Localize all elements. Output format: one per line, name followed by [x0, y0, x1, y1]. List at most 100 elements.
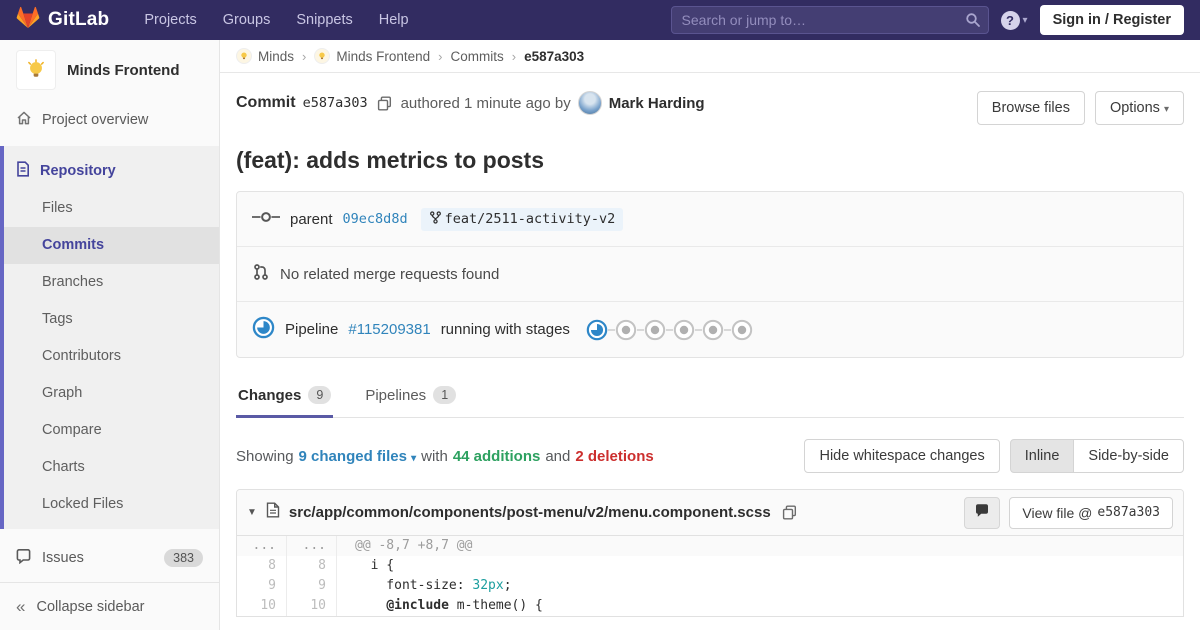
top-navbar: GitLab ProjectsGroupsSnippetsHelp ? ▾ Si…	[0, 0, 1200, 40]
breadcrumb-avatar-icon	[236, 48, 252, 64]
author-avatar[interactable]	[577, 91, 602, 115]
changed-files-dropdown[interactable]: 9 changed files ▾	[299, 448, 417, 465]
nav-link-projects[interactable]: Projects	[131, 12, 209, 28]
authored-text: authored 1 minute ago by	[400, 94, 571, 112]
sidebar-item-locked-files[interactable]: Locked Files	[4, 486, 219, 523]
pipeline-stage-created-icon[interactable]	[644, 319, 666, 341]
new-line-number[interactable]: 8	[287, 556, 337, 576]
sidebar-item-charts[interactable]: Charts	[4, 449, 219, 486]
main-content: Minds › Minds Frontend › Commits › e587a303 Co…	[220, 40, 1200, 617]
old-line-number[interactable]: 10	[237, 596, 287, 616]
search-icon[interactable]	[965, 12, 981, 33]
diff-line-row: 99 font-size: 32px;	[237, 576, 1183, 596]
merge-request-row: No related merge requests found	[237, 247, 1183, 302]
code-content: i {	[355, 558, 395, 573]
collapse-sidebar-button[interactable]: « Collapse sidebar	[0, 582, 219, 630]
sidebar-item-repository[interactable]: Repository	[4, 152, 219, 190]
pipeline-stage-created-icon[interactable]	[615, 319, 637, 341]
tab-count-badge: 1	[433, 386, 457, 404]
stage-connector	[607, 328, 615, 331]
options-dropdown-button[interactable]: Options ▾	[1094, 91, 1184, 125]
breadcrumb: Minds › Minds Frontend › Commits › e587a303	[220, 40, 1200, 73]
inline-view-button[interactable]: Inline	[1009, 439, 1075, 473]
file-path[interactable]: src/app/common/components/post-menu/v2/m…	[289, 504, 771, 521]
breadcrumb-label: Minds	[258, 48, 295, 64]
pipeline-stage-created-icon[interactable]	[673, 319, 695, 341]
code-content: @include m-theme() {	[386, 598, 543, 613]
copy-sha-button[interactable]	[375, 94, 394, 113]
search-box	[670, 6, 989, 34]
pipeline-stage-running-icon[interactable]	[586, 319, 608, 341]
sidebar-item-commits[interactable]: Commits	[4, 227, 219, 264]
tab-pipelines[interactable]: Pipelines 1	[363, 374, 458, 417]
new-line-number[interactable]: ...	[287, 536, 337, 556]
stage-connector	[636, 328, 644, 331]
merge-request-icon	[252, 263, 270, 285]
pipeline-label: Pipeline	[285, 321, 339, 338]
sidebar-item-tags[interactable]: Tags	[4, 301, 219, 338]
browse-files-button[interactable]: Browse files	[976, 91, 1085, 125]
old-line-number[interactable]: 9	[237, 576, 287, 596]
breadcrumb-item-minds-frontend[interactable]: Minds Frontend	[314, 48, 430, 64]
view-file-button[interactable]: View file @ e587a303	[1009, 496, 1173, 529]
new-line-number[interactable]: 9	[287, 576, 337, 596]
search-input[interactable]	[670, 6, 989, 34]
sidebar-item-project-overview[interactable]: Project overview	[0, 102, 219, 138]
breadcrumb-avatar-icon	[314, 48, 331, 64]
toggle-comments-button[interactable]	[964, 496, 1001, 529]
gitlab-logo[interactable]: GitLab	[16, 6, 109, 34]
nav-link-groups[interactable]: Groups	[210, 12, 284, 28]
breadcrumb-separator: ›	[302, 48, 307, 64]
showing-label: Showing	[236, 447, 294, 465]
commit-header: Commit e587a303 authored 1 minute ago by…	[220, 73, 1200, 125]
sidebar-item-branches[interactable]: Branches	[4, 264, 219, 301]
double-chevron-left-icon: «	[16, 596, 26, 616]
sign-in-button[interactable]: Sign in / Register	[1039, 5, 1184, 35]
code-content: font-size: 32px;	[355, 578, 512, 593]
new-line-number[interactable]: 10	[287, 596, 337, 616]
old-line-number[interactable]: 8	[237, 556, 287, 576]
comment-bubble-icon	[974, 503, 990, 522]
tab-changes[interactable]: Changes 9	[236, 374, 334, 418]
sidebar-item-compare[interactable]: Compare	[4, 412, 219, 449]
breadcrumb-item-commits[interactable]: Commits	[451, 49, 504, 64]
sidebar-item-graph[interactable]: Graph	[4, 375, 219, 412]
commit-dot-icon	[252, 210, 280, 228]
deletions-count: 2 deletions	[575, 447, 654, 465]
sidebar-item-issues[interactable]: Issues 383	[0, 539, 219, 577]
nav-link-snippets[interactable]: Snippets	[283, 12, 365, 28]
branch-badge[interactable]: feat/2511-activity-v2	[420, 207, 624, 231]
repository-subitems: Files Commits Branches Tags Contributors Grap…	[4, 190, 219, 523]
and-label: and	[545, 447, 571, 465]
pipeline-stage-created-icon[interactable]	[702, 319, 724, 341]
old-line-number[interactable]: ...	[237, 536, 287, 556]
hide-whitespace-button[interactable]: Hide whitespace changes	[804, 439, 1000, 473]
pipeline-mini-graph	[586, 319, 753, 341]
parent-sha-link[interactable]: 09ec8d8d	[343, 211, 408, 227]
document-icon	[16, 161, 30, 181]
side-by-side-view-button[interactable]: Side-by-side	[1073, 439, 1184, 473]
diff-summary-row: Showing 9 changed files ▾ with 44 additi…	[220, 418, 1200, 473]
copy-path-button[interactable]	[780, 503, 799, 522]
author-name[interactable]: Mark Harding	[609, 95, 705, 112]
sidebar-item-label: Issues	[42, 550, 84, 566]
project-name: Minds Frontend	[67, 61, 180, 79]
pipeline-stage-created-icon[interactable]	[731, 319, 753, 341]
breadcrumb-current: e587a303	[524, 48, 585, 64]
parent-row: parent 09ec8d8d feat/2511-activity-v2	[237, 192, 1183, 247]
sidebar-item-contributors[interactable]: Contributors	[4, 338, 219, 375]
nav-link-help[interactable]: Help	[366, 12, 422, 28]
diff-file-card: ▼ src/app/common/components/post-menu/v2…	[236, 489, 1184, 617]
project-header[interactable]: Minds Frontend	[0, 40, 219, 102]
sidebar-item-label: Repository	[40, 163, 116, 179]
code-content: @@ -8,7 +8,7 @@	[355, 538, 473, 553]
repository-section: Repository Files Commits Branches Tags Contr…	[0, 146, 219, 529]
collapse-file-caret-icon[interactable]: ▼	[247, 507, 257, 518]
pipeline-id-link[interactable]: #115209381	[348, 321, 430, 338]
question-mark-icon: ?	[1000, 10, 1020, 30]
help-menu[interactable]: ? ▾	[1000, 10, 1028, 30]
breadcrumb-item-minds[interactable]: Minds	[236, 48, 294, 64]
diff-file-header: ▼ src/app/common/components/post-menu/v2…	[237, 490, 1183, 536]
view-mode-toggle: Inline Side-by-side	[1009, 439, 1184, 473]
sidebar-item-files[interactable]: Files	[4, 190, 219, 227]
